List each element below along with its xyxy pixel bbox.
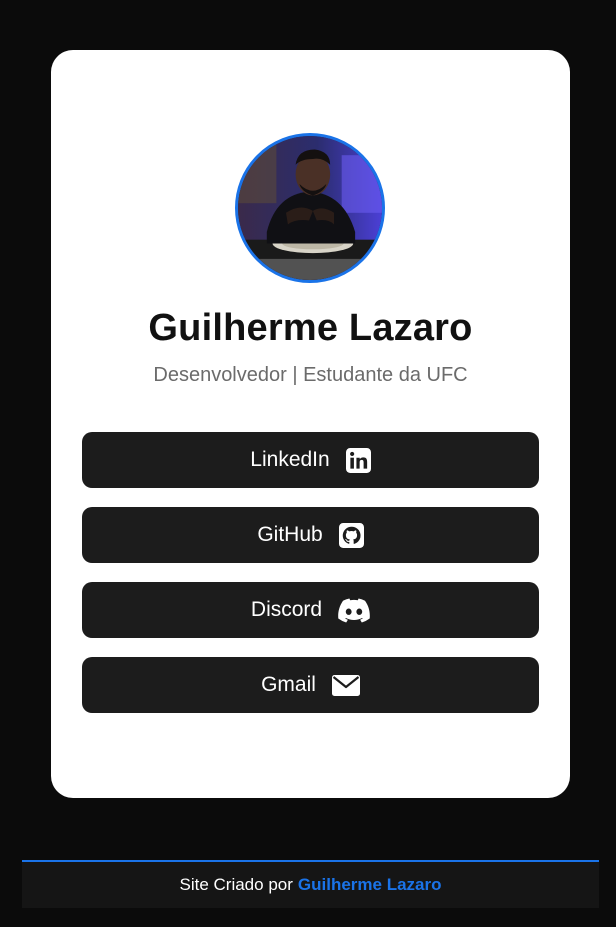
github-label: GitHub xyxy=(257,523,323,546)
profile-card: Guilherme Lazaro Desenvolvedor | Estudan… xyxy=(51,50,570,798)
footer-author-link[interactable]: Guilherme Lazaro xyxy=(298,875,442,895)
github-button[interactable]: GitHub xyxy=(82,507,539,563)
avatar xyxy=(235,133,385,283)
linkedin-button[interactable]: LinkedIn xyxy=(82,432,539,488)
footer-prefix: Site Criado por xyxy=(179,875,293,894)
avatar-photo xyxy=(238,136,382,280)
gmail-label: Gmail xyxy=(261,673,316,696)
discord-icon xyxy=(338,598,370,623)
github-icon xyxy=(338,522,364,548)
discord-label: Discord xyxy=(250,598,323,621)
link-list: LinkedIn GitHub Discord Gmail xyxy=(82,432,539,713)
linkedin-label: LinkedIn xyxy=(250,448,330,471)
discord-button[interactable]: Discord xyxy=(82,582,539,638)
profile-name: Guilherme Lazaro xyxy=(148,307,473,349)
gmail-button[interactable]: Gmail xyxy=(82,657,539,713)
footer: Site Criado por Guilherme Lazaro xyxy=(22,860,599,908)
mail-icon xyxy=(331,674,360,696)
profile-subtitle: Desenvolvedor | Estudante da UFC xyxy=(153,364,468,386)
linkedin-icon xyxy=(345,447,371,473)
